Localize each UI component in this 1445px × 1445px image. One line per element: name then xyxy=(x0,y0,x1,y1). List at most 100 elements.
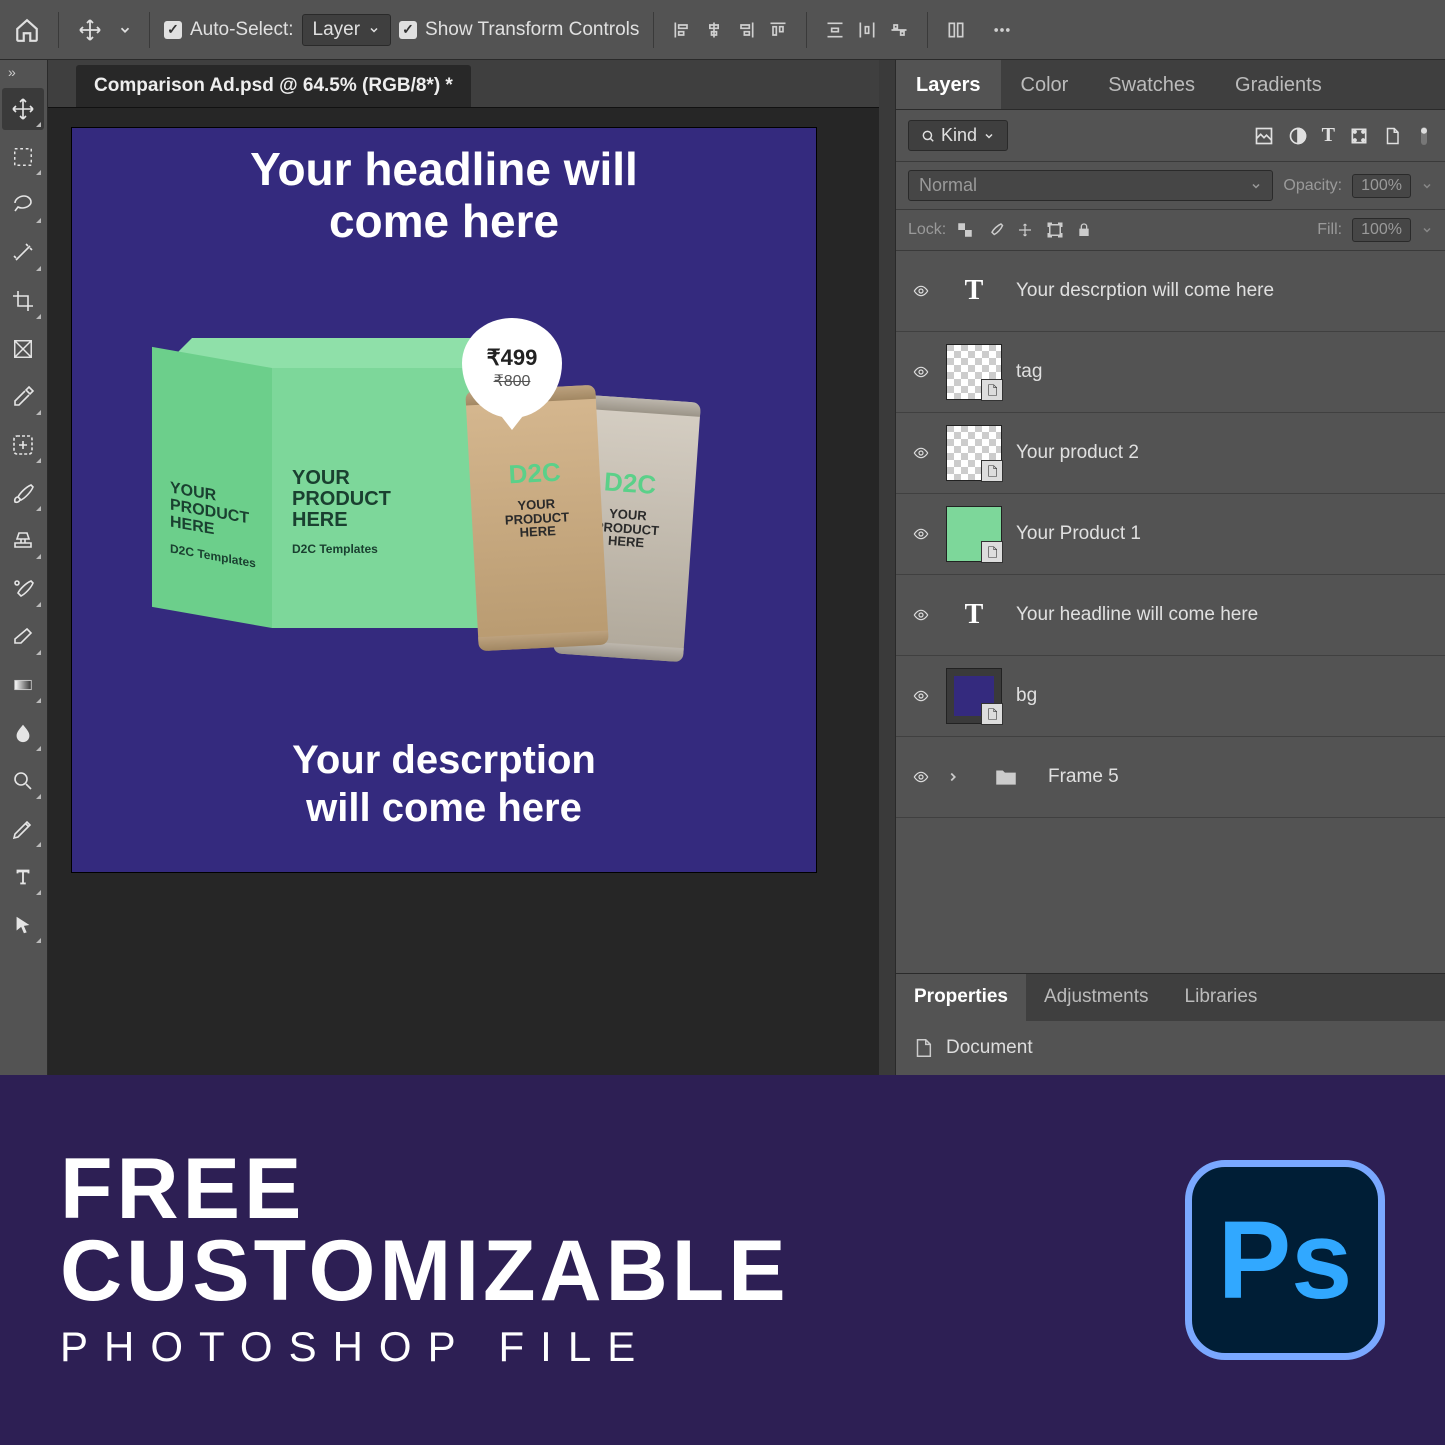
product-box: YOURPRODUCTHERE D2C Templates YOURPRODUC… xyxy=(152,368,492,628)
visibility-toggle[interactable] xyxy=(910,445,932,461)
move-tool-icon[interactable] xyxy=(73,13,107,47)
clone-stamp-tool[interactable] xyxy=(2,520,44,562)
gradient-tool[interactable] xyxy=(2,664,44,706)
properties-tabs: Properties Adjustments Libraries xyxy=(896,973,1445,1021)
auto-select-label: Auto-Select: xyxy=(190,19,294,41)
lock-transparency-icon[interactable] xyxy=(956,221,974,239)
align-center-h-icon[interactable] xyxy=(700,16,728,44)
visibility-toggle[interactable] xyxy=(910,283,932,299)
spot-heal-tool[interactable] xyxy=(2,424,44,466)
filter-pixel-icon[interactable] xyxy=(1254,126,1274,146)
frame-tool[interactable] xyxy=(2,328,44,370)
text-layer-icon: T xyxy=(946,263,1002,319)
visibility-toggle[interactable] xyxy=(910,364,932,380)
lock-position-icon[interactable] xyxy=(1016,221,1034,239)
layer-filter-row: Kind T xyxy=(896,110,1445,162)
toolbox-expand-icon[interactable]: » xyxy=(0,60,47,84)
crop-tool[interactable] xyxy=(2,280,44,322)
distribute-h-icon[interactable] xyxy=(853,16,881,44)
layer-name[interactable]: Frame 5 xyxy=(1048,766,1119,788)
tab-layers[interactable]: Layers xyxy=(896,60,1001,109)
layer-row[interactable]: tag xyxy=(896,332,1445,413)
visibility-toggle[interactable] xyxy=(910,688,932,704)
show-transform-label: Show Transform Controls xyxy=(425,19,639,41)
opacity-value[interactable]: 100% xyxy=(1352,174,1411,198)
eraser-tool[interactable] xyxy=(2,616,44,658)
layer-row[interactable]: bg xyxy=(896,656,1445,737)
layer-row[interactable]: Your product 2 xyxy=(896,413,1445,494)
visibility-toggle[interactable] xyxy=(910,607,932,623)
tab-gradients[interactable]: Gradients xyxy=(1215,60,1342,109)
tab-color[interactable]: Color xyxy=(1001,60,1089,109)
layer-row[interactable]: T Your descrption will come here xyxy=(896,251,1445,332)
layer-list: T Your descrption will come here tag Your p… xyxy=(896,251,1445,973)
banner-line-2: CUSTOMIZABLE xyxy=(60,1231,790,1313)
marquee-tool[interactable] xyxy=(2,136,44,178)
layer-name[interactable]: Your Product 1 xyxy=(1016,523,1141,545)
properties-title: Document xyxy=(946,1037,1033,1059)
blend-mode-dropdown[interactable]: Normal xyxy=(908,170,1273,201)
align-left-icon[interactable] xyxy=(668,16,696,44)
filter-kind-dropdown[interactable]: Kind xyxy=(908,120,1008,151)
layer-name[interactable]: tag xyxy=(1016,361,1042,383)
options-bar: ✓ Auto-Select: Layer ✓ Show Transform Co… xyxy=(0,0,1445,60)
auto-select-checkbox[interactable]: ✓ xyxy=(164,21,182,39)
align-top-icon[interactable] xyxy=(764,16,792,44)
text-layer-icon: T xyxy=(946,587,1002,643)
magic-wand-tool[interactable] xyxy=(2,232,44,274)
type-tool[interactable] xyxy=(2,856,44,898)
filter-toggle-icon[interactable] xyxy=(1415,124,1433,148)
auto-select-dropdown[interactable]: Layer xyxy=(302,14,392,46)
auto-select-value: Layer xyxy=(313,19,361,41)
artboard[interactable]: Your headline willcome here YOURPRODUCTH… xyxy=(72,128,816,872)
layer-name[interactable]: Your headline will come here xyxy=(1016,604,1258,626)
history-brush-tool[interactable] xyxy=(2,568,44,610)
pen-tool[interactable] xyxy=(2,808,44,850)
path-select-tool[interactable] xyxy=(2,904,44,946)
filter-type-icon[interactable]: T xyxy=(1322,124,1335,147)
align-right-icon[interactable] xyxy=(732,16,760,44)
tab-adjustments[interactable]: Adjustments xyxy=(1026,974,1167,1021)
chevron-down-icon[interactable] xyxy=(115,13,135,47)
lock-artboard-icon[interactable] xyxy=(1046,221,1064,239)
fill-value[interactable]: 100% xyxy=(1352,218,1411,242)
blur-tool[interactable] xyxy=(2,712,44,754)
document-tab[interactable]: Comparison Ad.psd @ 64.5% (RGB/8*) * xyxy=(76,65,471,107)
banner-line-1: FREE xyxy=(60,1149,790,1231)
layer-name[interactable]: Your product 2 xyxy=(1016,442,1139,464)
lock-pixels-icon[interactable] xyxy=(986,221,1004,239)
brush-tool[interactable] xyxy=(2,472,44,514)
dodge-tool[interactable] xyxy=(2,760,44,802)
layer-row[interactable]: T Your headline will come here xyxy=(896,575,1445,656)
properties-body: Document xyxy=(896,1021,1445,1075)
tab-swatches[interactable]: Swatches xyxy=(1088,60,1215,109)
visibility-toggle[interactable] xyxy=(910,526,932,542)
tab-properties[interactable]: Properties xyxy=(896,974,1026,1021)
move-tool[interactable] xyxy=(2,88,44,130)
tab-libraries[interactable]: Libraries xyxy=(1167,974,1276,1021)
lock-all-icon[interactable] xyxy=(1076,221,1092,239)
canvas-area: Comparison Ad.psd @ 64.5% (RGB/8*) * You… xyxy=(48,60,879,1075)
distribute-space-icon[interactable] xyxy=(885,16,913,44)
canvas-scrollbar[interactable] xyxy=(879,60,895,1075)
chevron-right-icon[interactable] xyxy=(946,770,964,784)
filter-adjust-icon[interactable] xyxy=(1288,126,1308,146)
lock-row: Lock: Fill: 100% xyxy=(896,210,1445,251)
distribute-group xyxy=(821,16,913,44)
layer-row[interactable]: Your Product 1 xyxy=(896,494,1445,575)
lasso-tool[interactable] xyxy=(2,184,44,226)
description-text: Your descrptionwill come here xyxy=(72,736,816,832)
distribute-v-icon[interactable] xyxy=(821,16,849,44)
visibility-toggle[interactable] xyxy=(910,769,932,785)
show-transform-checkbox[interactable]: ✓ xyxy=(399,21,417,39)
3d-mode-icon[interactable] xyxy=(942,16,970,44)
filter-smart-icon[interactable] xyxy=(1383,126,1401,146)
layer-name[interactable]: bg xyxy=(1016,685,1037,707)
eyedropper-tool[interactable] xyxy=(2,376,44,418)
more-options-icon[interactable] xyxy=(988,16,1016,44)
layer-row[interactable]: Frame 5 xyxy=(896,737,1445,818)
layer-name[interactable]: Your descrption will come here xyxy=(1016,280,1274,302)
blend-row: Normal Opacity: 100% xyxy=(896,162,1445,210)
home-icon[interactable] xyxy=(10,13,44,47)
filter-shape-icon[interactable] xyxy=(1349,126,1369,146)
